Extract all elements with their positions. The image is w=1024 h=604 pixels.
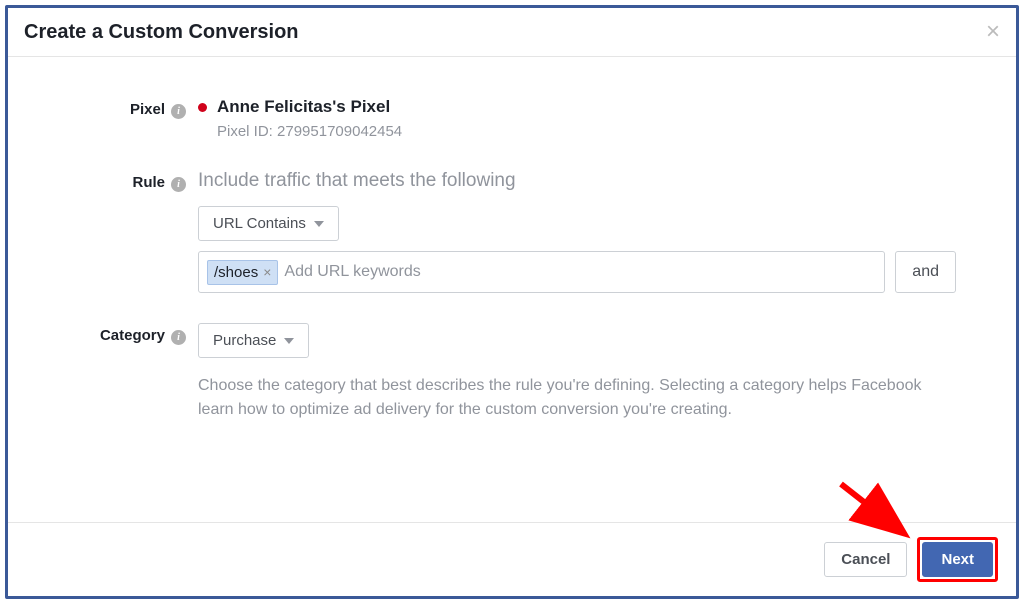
pixel-status-dot-icon bbox=[198, 103, 207, 112]
category-content: Purchase Choose the category that best d… bbox=[198, 323, 956, 422]
modal-body: Pixel i Anne Felicitas's Pixel Pixel ID:… bbox=[8, 57, 1016, 442]
url-input-placeholder: Add URL keywords bbox=[284, 263, 420, 281]
pixel-id: Pixel ID: 279951709042454 bbox=[217, 123, 956, 140]
info-icon[interactable]: i bbox=[171, 330, 186, 345]
modal-footer: Cancel Next bbox=[8, 522, 1016, 596]
modal-container: Create a Custom Conversion × Pixel i Ann… bbox=[5, 5, 1019, 599]
category-description: Choose the category that best describes … bbox=[198, 374, 938, 422]
url-condition-label: URL Contains bbox=[213, 215, 306, 232]
rule-label: Rule bbox=[132, 174, 165, 191]
pixel-name: Anne Felicitas's Pixel bbox=[217, 97, 390, 117]
url-condition-dropdown[interactable]: URL Contains bbox=[198, 206, 339, 241]
pixel-row: Pixel i Anne Felicitas's Pixel Pixel ID:… bbox=[68, 97, 956, 140]
close-icon[interactable]: × bbox=[986, 20, 1000, 44]
url-tag-value: /shoes bbox=[214, 264, 258, 281]
category-label: Category bbox=[100, 327, 165, 344]
pixel-content: Anne Felicitas's Pixel Pixel ID: 2799517… bbox=[198, 97, 956, 140]
chevron-down-icon bbox=[284, 338, 294, 344]
modal-header: Create a Custom Conversion × bbox=[8, 8, 1016, 57]
cancel-button[interactable]: Cancel bbox=[824, 542, 907, 577]
rule-label-container: Rule i bbox=[68, 170, 198, 293]
url-keywords-input[interactable]: /shoes × Add URL keywords bbox=[198, 251, 885, 293]
modal-title: Create a Custom Conversion bbox=[24, 21, 299, 44]
pixel-label: Pixel bbox=[130, 101, 165, 118]
rule-heading: Include traffic that meets the following bbox=[198, 170, 956, 192]
pixel-label-container: Pixel i bbox=[68, 97, 198, 140]
category-selected: Purchase bbox=[213, 332, 276, 349]
and-label: and bbox=[912, 263, 939, 281]
tag-remove-icon[interactable]: × bbox=[263, 264, 271, 280]
next-button-highlight: Next bbox=[917, 537, 998, 582]
rule-content: Include traffic that meets the following… bbox=[198, 170, 956, 293]
info-icon[interactable]: i bbox=[171, 177, 186, 192]
next-button[interactable]: Next bbox=[922, 542, 993, 577]
and-button[interactable]: and bbox=[895, 251, 956, 293]
rule-row: Rule i Include traffic that meets the fo… bbox=[68, 170, 956, 293]
info-icon[interactable]: i bbox=[171, 104, 186, 119]
category-row: Category i Purchase Choose the category … bbox=[68, 323, 956, 422]
category-label-container: Category i bbox=[68, 323, 198, 422]
url-tag-chip[interactable]: /shoes × bbox=[207, 260, 278, 285]
category-dropdown[interactable]: Purchase bbox=[198, 323, 309, 358]
chevron-down-icon bbox=[314, 221, 324, 227]
